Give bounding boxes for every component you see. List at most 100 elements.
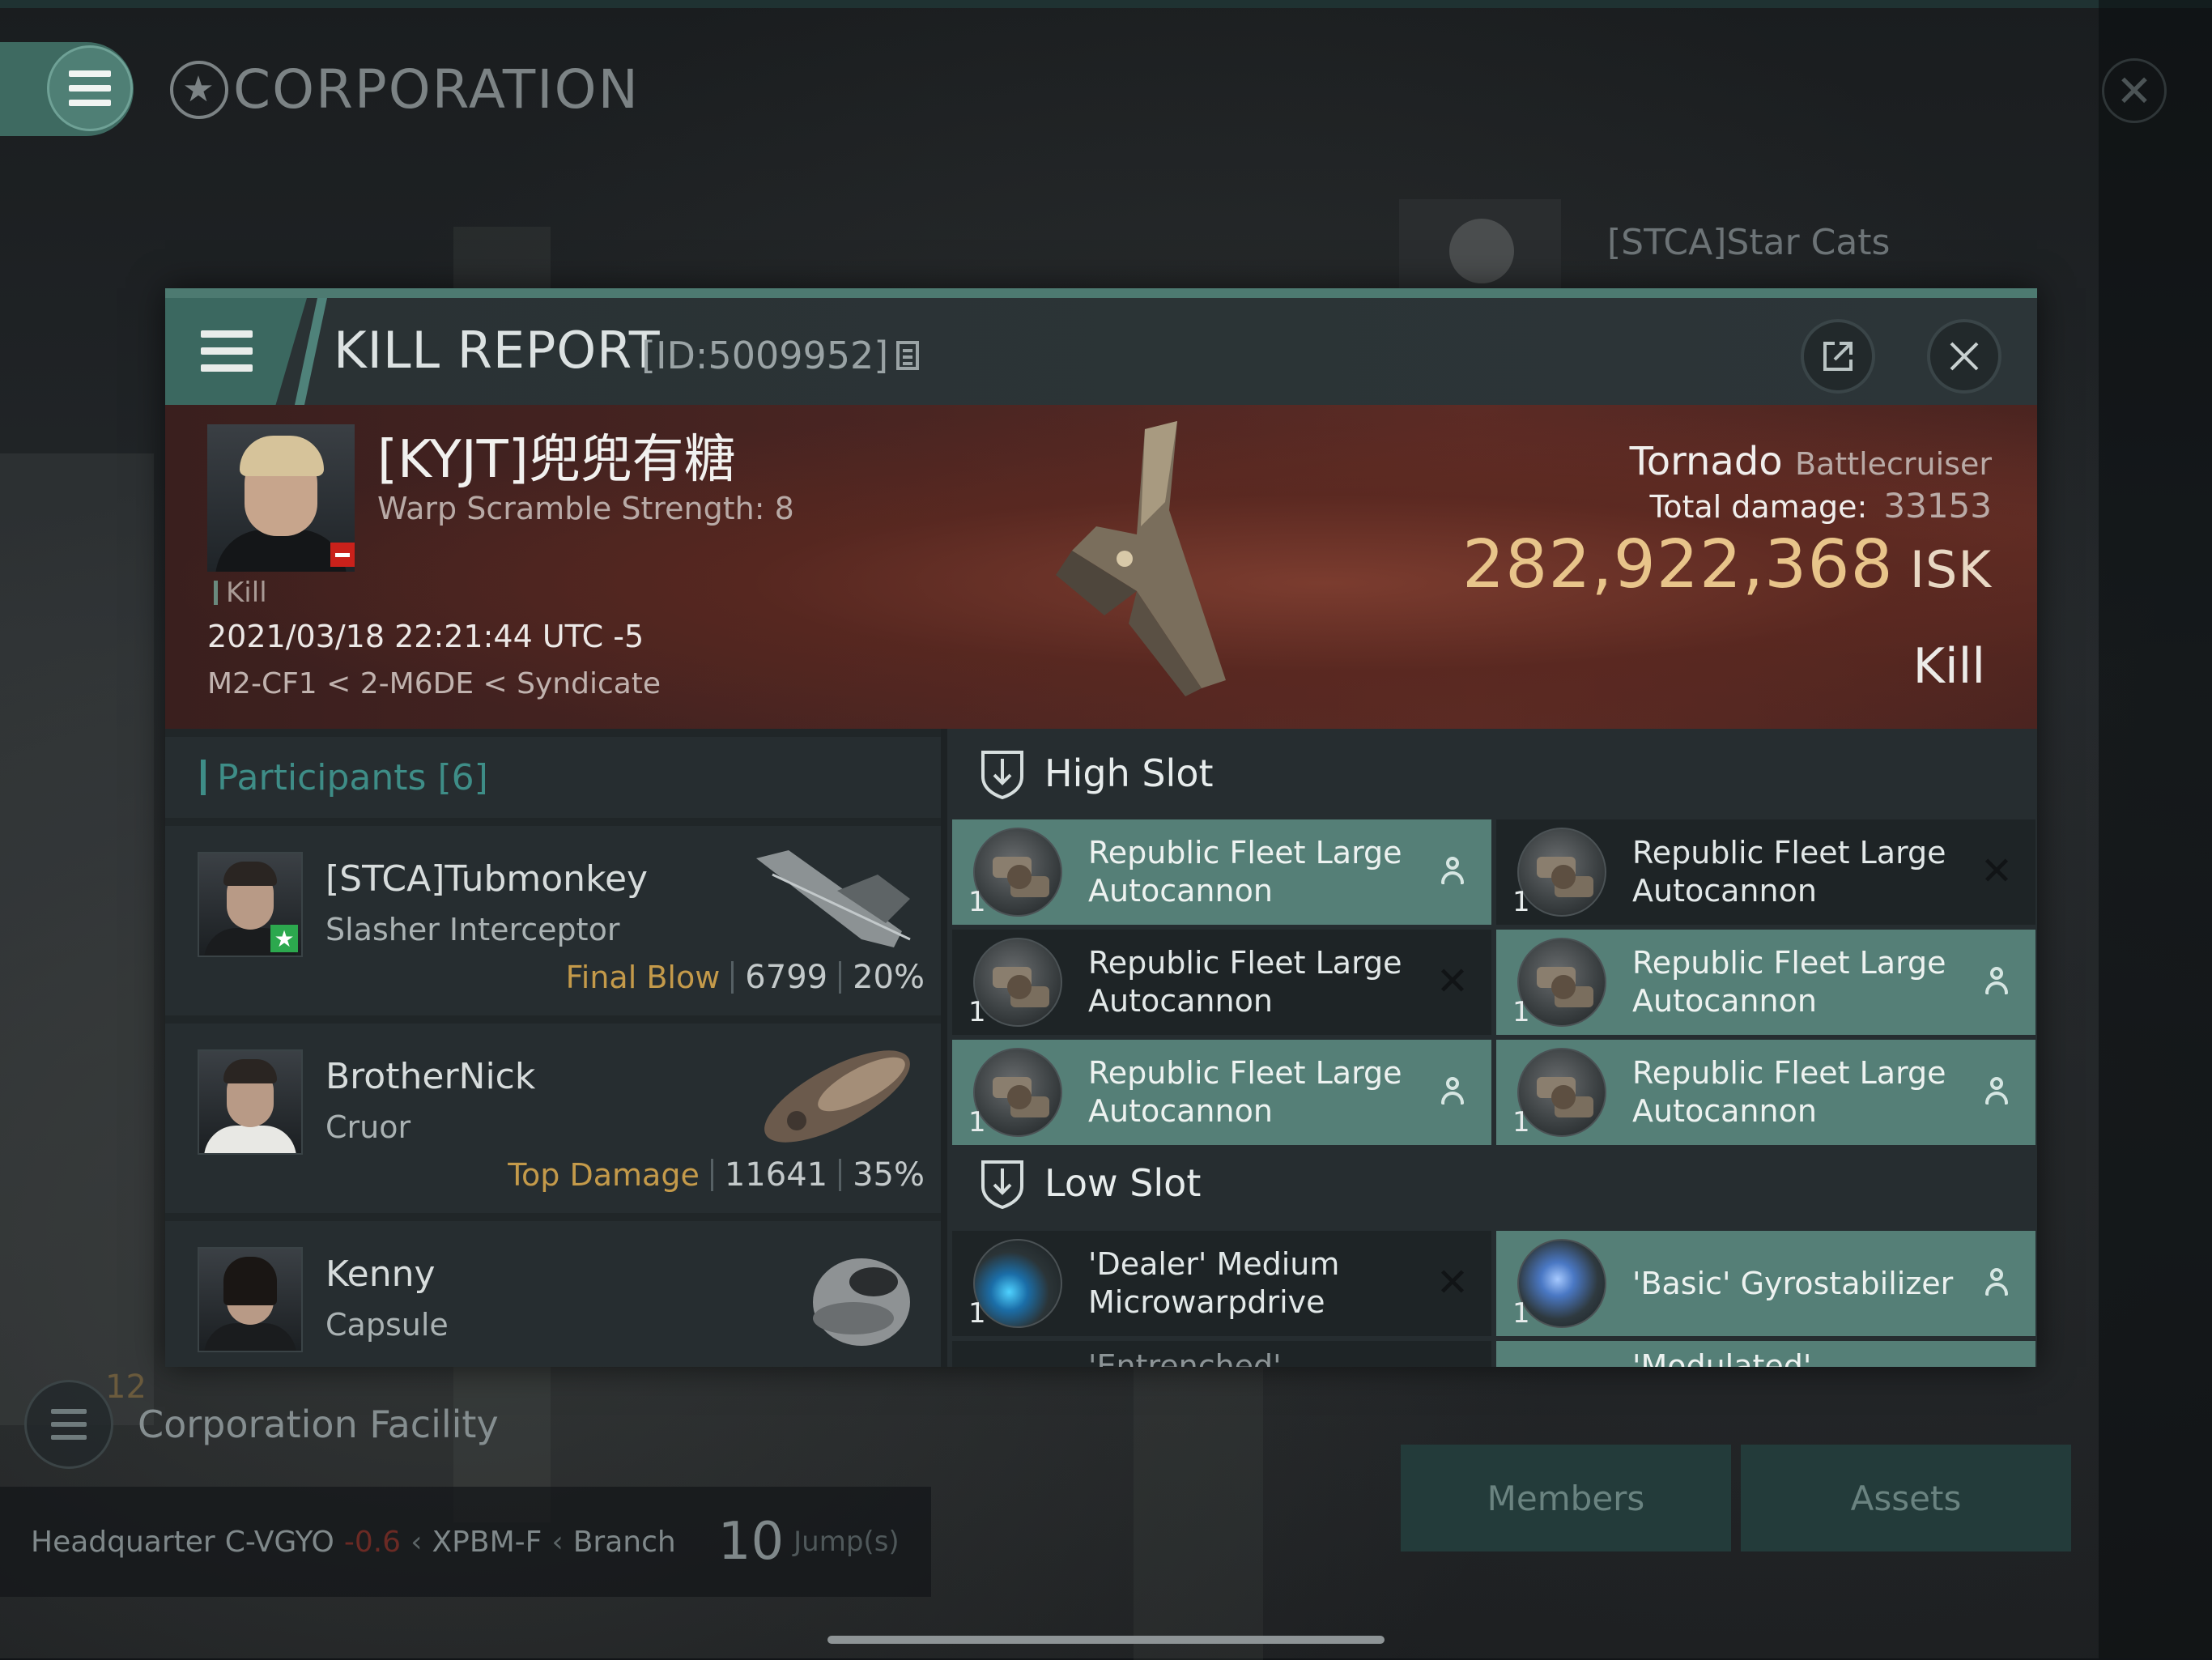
star-emblem-icon: ★ [170,60,228,119]
low-slot-icon [981,1160,1023,1209]
modal-header: KILL REPORT [ID:5009952] [165,298,2037,405]
facility-label: Corporation Facility [138,1402,499,1446]
copy-icon[interactable] [896,341,920,370]
module-item[interactable]: 1 Republic Fleet Large Autocannon [952,819,1491,925]
module-quantity: 1 [1512,1106,1530,1139]
autocannon-icon [1517,1048,1606,1137]
modal-menu-button[interactable] [201,330,253,372]
top-status-bar [0,0,2212,8]
home-indicator[interactable] [827,1636,1385,1644]
module-quantity: 1 [1512,886,1530,918]
participant-row[interactable]: ★ [STCA]Tubmonkey Slasher Interceptor Fi… [165,826,941,1015]
participants-header[interactable]: Participants [6] [165,737,941,818]
microwarpdrive-icon [973,1239,1062,1328]
destroyed-x-icon: ✕ [1980,849,2014,894]
headquarter-route[interactable]: Headquarter C-VGYO -0.6 ‹ XPBM-F ‹ Branc… [0,1487,931,1597]
modal-close-button[interactable] [1927,319,2001,394]
chevron-left-icon: ‹ [410,1525,423,1559]
hamburger-icon [69,70,111,106]
participant-ship-image [813,1258,910,1346]
final-blow-tag: Final Blow [565,960,721,995]
victim-name[interactable]: [KYJT]兜兜有糖 [377,418,736,492]
module-item[interactable]: 1 Republic Fleet Large Autocannon ✕ [1496,819,2035,925]
main-menu-button[interactable] [47,45,133,131]
security-status: -0.6 [343,1525,402,1559]
module-item-partial[interactable]: 'Modulated' Tracking... [1496,1341,2035,1367]
module-name: Republic Fleet Large Autocannon [1088,1055,1402,1129]
kill-tag-label: Kill [226,577,267,609]
autocannon-icon [973,1048,1062,1137]
high-slot-icon [981,751,1023,799]
module-quantity: 1 [1512,1297,1530,1330]
low-slot-label: Low Slot [1044,1161,1202,1205]
victim-ship-name: Tornado [1629,439,1783,484]
destroyed-x-icon: ✕ [1436,1260,1470,1305]
participant-portrait [198,1247,303,1352]
module-item[interactable]: 1 'Dealer' Medium Microwarpdrive ✕ [952,1231,1491,1336]
participant-percent: 35% [853,1156,925,1194]
module-item[interactable]: 1 Republic Fleet Large Autocannon ✕ [952,930,1491,1035]
corp-logo-emblem [1449,219,1514,283]
participant-ship: Cruor [325,1109,411,1145]
high-slot-label: High Slot [1044,751,1214,795]
autocannon-icon [973,828,1062,917]
page-title: ★ CORPORATION [170,58,640,121]
module-item[interactable]: 1 Republic Fleet Large Autocannon [1496,1040,2035,1145]
victim-banner: [KYJT]兜兜有糖 Warp Scramble Strength: 8 Kil… [165,405,2037,729]
share-button[interactable] [1801,319,1875,394]
low-slot-header: Low Slot [947,1139,2037,1228]
members-button[interactable]: Members [1401,1445,1731,1551]
participant-ship: Capsule [325,1307,449,1343]
destroyed-x-icon: ✕ [1436,959,1470,1004]
module-name: 'Modulated' Tracking... [1632,1348,1812,1367]
participant-ship: Slasher Interceptor [325,912,620,947]
external-link-icon [1823,342,1853,371]
close-icon[interactable]: ✕ [2102,58,2167,123]
module-name: 'Dealer' Medium Microwarpdrive [1088,1246,1340,1320]
close-icon [1950,342,1979,371]
total-damage-value: 33153 [1883,486,1992,526]
module-name: 'Entrenched' Adaptive... [1088,1348,1282,1367]
module-quantity: 1 [968,1106,986,1139]
victim-ship-image [1056,421,1226,696]
participant-ship-image [764,1050,910,1143]
modal-accent-bar [165,288,2037,298]
kill-location[interactable]: M2-CF1 < 2-M6DE < Syndicate [207,667,661,700]
chevron-left-icon: ‹ [551,1525,564,1559]
autocannon-icon [973,938,1062,1027]
victim-ship[interactable]: Tornado Battlecruiser [1630,439,1992,484]
participant-percent: 20% [853,959,925,996]
module-quantity: 1 [968,886,986,918]
victim-ship-class: Battlecruiser [1794,446,1992,482]
victim-portrait[interactable] [207,424,355,572]
hq-system: C-VGYO [224,1525,334,1559]
kill-tag: Kill [214,577,267,609]
module-item[interactable]: 1 Republic Fleet Large Autocannon [1496,930,2035,1035]
kill-report-id[interactable]: [ID:5009952] [641,334,920,377]
modal-title: KILL REPORT [334,321,661,380]
kill-report-id-text: [ID:5009952] [641,334,889,377]
facility-menu-button[interactable] [24,1380,113,1469]
participant-name: BrotherNick [325,1056,536,1097]
isk-unit: ISK [1909,540,1992,599]
assets-button[interactable]: Assets [1741,1445,2071,1551]
module-name: Republic Fleet Large Autocannon [1632,1055,1946,1129]
participant-stats: Top Damage 11641 35% [508,1156,925,1194]
participants-count: [6] [437,756,488,798]
participant-row[interactable]: BrotherNick Cruor Top Damage 11641 35% [165,1024,941,1213]
participant-name: Kenny [325,1254,436,1295]
participant-row[interactable]: Kenny Capsule [165,1221,941,1367]
jump-label: Jump(s) [793,1526,900,1558]
dropped-person-icon [1977,962,2016,1001]
autocannon-icon [1517,828,1606,917]
participant-damage: 6799 [745,959,828,996]
participants-label: Participants [217,756,427,798]
module-name: Republic Fleet Large Autocannon [1088,835,1402,909]
hostile-badge-icon [330,543,355,567]
module-item-partial[interactable]: 'Entrenched' Adaptive... [952,1341,1491,1367]
total-damage: Total damage: 33153 [1649,486,1992,526]
module-item[interactable]: 1 'Basic' Gyrostabilizer [1496,1231,2035,1336]
dropped-person-icon [1977,1072,2016,1111]
participant-portrait: ★ [198,852,303,957]
module-item[interactable]: 1 Republic Fleet Large Autocannon [952,1040,1491,1145]
